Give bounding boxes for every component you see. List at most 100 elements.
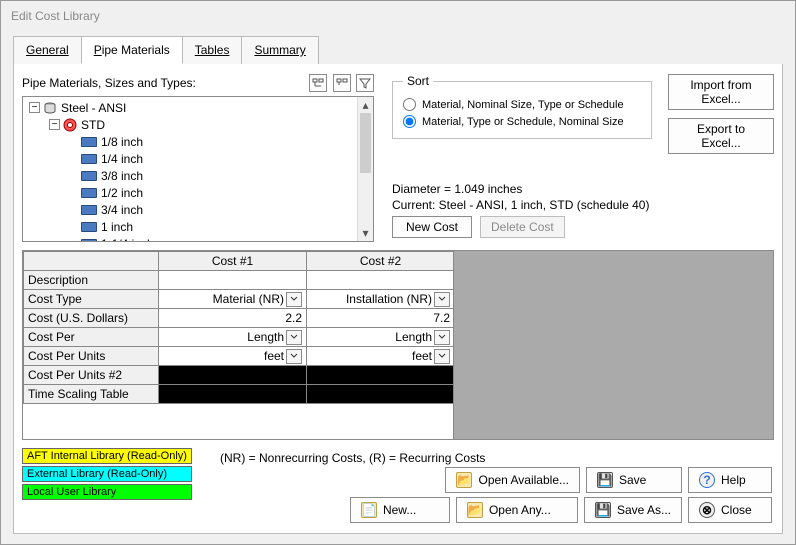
row-cost-type-label: Cost Type — [24, 290, 159, 309]
close-label: Close — [721, 503, 761, 517]
cell-cpu-2-value: feet — [412, 349, 432, 363]
filter-tree-icon[interactable] — [356, 74, 374, 92]
cell-description-2[interactable] — [307, 271, 455, 290]
cost-table[interactable]: Cost #1 Cost #2 Description Cost Type Ma… — [23, 251, 455, 404]
tree-size-label[interactable]: 1/8 inch — [101, 135, 143, 149]
tab-general[interactable]: General — [13, 36, 82, 64]
tab-pipe-materials[interactable]: Pipe Materials — [81, 36, 183, 64]
save-as-label: Save As... — [617, 503, 671, 517]
size-icon — [81, 205, 97, 215]
sort-group: Sort Material, Nominal Size, Type or Sch… — [392, 74, 652, 139]
database-icon — [43, 102, 57, 114]
save-button[interactable]: 💾 Save — [586, 467, 682, 493]
schedule-icon — [63, 118, 77, 132]
dropdown-icon[interactable] — [434, 349, 450, 364]
expand-all-icon[interactable] — [309, 74, 327, 92]
scroll-thumb[interactable] — [360, 113, 371, 173]
legend-local-user: Local User Library — [22, 484, 192, 500]
grid-header-cost2[interactable]: Cost #2 — [307, 252, 455, 271]
cell-ts-1-disabled — [159, 385, 307, 404]
save-icon: 💾 — [595, 502, 611, 518]
row-cost-per-units2-label: Cost Per Units #2 — [24, 366, 159, 385]
collapse-all-icon[interactable] — [333, 74, 351, 92]
scroll-up-icon[interactable]: ▴ — [358, 97, 373, 113]
tree-size-label[interactable]: 1/4 inch — [101, 152, 143, 166]
cell-cost-per-units-1[interactable]: feet — [159, 347, 307, 366]
close-button[interactable]: ⊗Close — [688, 497, 772, 523]
row-cost-usd-label: Cost (U.S. Dollars) — [24, 309, 159, 328]
legend-aft-internal: AFT Internal Library (Read-Only) — [22, 448, 192, 464]
tree-size-label[interactable]: 3/8 inch — [101, 169, 143, 183]
tab-pipe-materials-label: Pipe Materials — [94, 43, 170, 57]
collapse-icon[interactable]: − — [49, 119, 60, 130]
open-available-button[interactable]: 📂Open Available... — [445, 467, 580, 493]
top-row: Pipe Materials, Sizes and Types: − Steel… — [22, 74, 774, 242]
open-any-button[interactable]: 📂 Open Any... — [456, 497, 578, 523]
legend-external: External Library (Read-Only) — [22, 466, 192, 482]
size-icon — [81, 137, 97, 147]
sort-legend: Sort — [403, 74, 433, 88]
dropdown-icon[interactable] — [286, 349, 302, 364]
size-icon — [81, 188, 97, 198]
cell-cost-type-1[interactable]: Material (NR) — [159, 290, 307, 309]
cell-ts-2-disabled — [307, 385, 455, 404]
cell-cpu2-1-disabled — [159, 366, 307, 385]
save-label: Save — [619, 473, 671, 487]
size-icon — [81, 154, 97, 164]
current-selection-label: Current: Steel - ANSI, 1 inch, STD (sche… — [392, 198, 774, 212]
help-button[interactable]: ?Help — [688, 467, 772, 493]
new-cost-button[interactable]: New Cost — [392, 216, 472, 238]
cell-cost-per-units-2[interactable]: feet — [307, 347, 455, 366]
tab-general-label: General — [26, 43, 69, 57]
cell-cost-per-1[interactable]: Length — [159, 328, 307, 347]
tree-size-label[interactable]: 1 inch — [101, 220, 133, 234]
tree-size-label[interactable]: 3/4 inch — [101, 203, 143, 217]
cell-cost-per-2-value: Length — [395, 330, 432, 344]
tab-tables[interactable]: Tables — [182, 36, 243, 64]
new-button[interactable]: 📄New... — [350, 497, 450, 523]
scroll-down-icon[interactable]: ▾ — [358, 225, 373, 241]
folder-icon: 📂 — [456, 472, 472, 488]
cell-cpu2-2-disabled — [307, 366, 455, 385]
cell-description-1[interactable] — [159, 271, 307, 290]
collapse-icon[interactable]: − — [29, 102, 40, 113]
import-from-excel-button[interactable]: Import from Excel... — [668, 74, 774, 110]
sort-radio-2[interactable]: Material, Type or Schedule, Nominal Size — [403, 115, 641, 128]
sort-radio-1-input[interactable] — [403, 98, 416, 111]
export-to-excel-button[interactable]: Export to Excel... — [668, 118, 774, 154]
dropdown-icon[interactable] — [286, 330, 302, 345]
size-icon — [81, 171, 97, 181]
tree-scrollbar[interactable]: ▴ ▾ — [357, 97, 373, 241]
row-time-scaling-label: Time Scaling Table — [24, 385, 159, 404]
sort-radio-2-input[interactable] — [403, 115, 416, 128]
cell-cost-usd-1[interactable]: 2.2 — [159, 309, 307, 328]
open-any-label: Open Any... — [489, 503, 567, 517]
tree-size-label[interactable]: 1/2 inch — [101, 186, 143, 200]
new-file-icon: 📄 — [361, 502, 377, 518]
cell-cost-per-2[interactable]: Length — [307, 328, 455, 347]
sort-radio-2-label: Material, Type or Schedule, Nominal Size — [422, 116, 624, 128]
grid-header-cost1[interactable]: Cost #1 — [159, 252, 307, 271]
size-icon — [81, 239, 97, 243]
tabstrip: General Pipe Materials Tables Summary — [13, 36, 783, 65]
cell-cost-type-2[interactable]: Installation (NR) — [307, 290, 455, 309]
materials-tree[interactable]: − Steel - ANSI − STD 1/8 inch 1/4 inch 3… — [22, 96, 374, 242]
tab-summary-label: Summary — [254, 43, 305, 57]
window-titlebar: Edit Cost Library — [1, 1, 795, 31]
tree-root-label: Steel - ANSI — [61, 101, 126, 115]
save-as-button[interactable]: 💾 Save As... — [584, 497, 682, 523]
save-icon: 💾 — [597, 472, 613, 488]
tree-size-label[interactable]: 1-1/4 inch — [101, 237, 154, 243]
tab-summary[interactable]: Summary — [241, 36, 318, 64]
tree-schedule-label: STD — [81, 118, 105, 132]
right-column: Sort Material, Nominal Size, Type or Sch… — [392, 74, 774, 242]
dropdown-icon[interactable] — [434, 292, 450, 307]
folder-icon: 📂 — [467, 502, 483, 518]
cell-cost-usd-2[interactable]: 7.2 — [307, 309, 455, 328]
dropdown-icon[interactable] — [434, 330, 450, 345]
content-area: General Pipe Materials Tables Summary Pi… — [1, 31, 795, 544]
cell-cost-type-1-value: Material (NR) — [213, 292, 284, 306]
sort-radio-1[interactable]: Material, Nominal Size, Type or Schedule — [403, 98, 641, 111]
cost-grid: Cost #1 Cost #2 Description Cost Type Ma… — [22, 250, 774, 440]
dropdown-icon[interactable] — [286, 292, 302, 307]
